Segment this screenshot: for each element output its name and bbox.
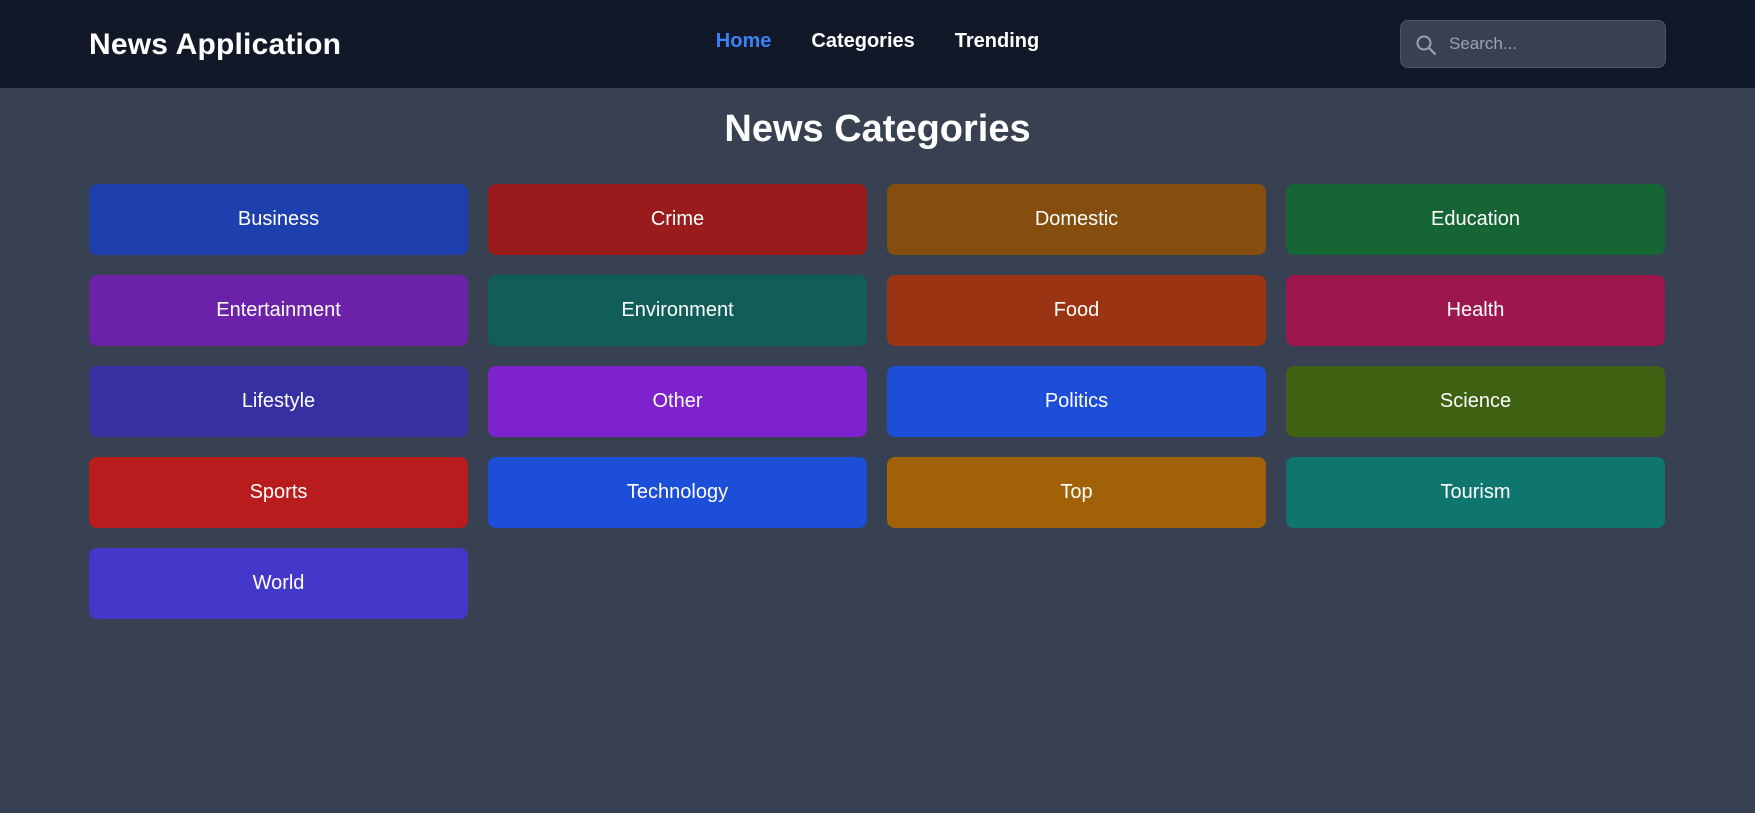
nav-trending-link[interactable]: Trending [955, 30, 1039, 53]
nav-categories-link[interactable]: Categories [811, 30, 914, 53]
search-input[interactable] [1449, 21, 1659, 67]
category-card-business[interactable]: Business [89, 184, 468, 255]
category-card-health[interactable]: Health [1286, 275, 1665, 346]
nav-home-link[interactable]: Home [716, 30, 772, 53]
category-card-top[interactable]: Top [887, 457, 1266, 528]
category-card-crime[interactable]: Crime [488, 184, 867, 255]
category-card-other[interactable]: Other [488, 366, 867, 437]
category-card-environment[interactable]: Environment [488, 275, 867, 346]
category-card-entertainment[interactable]: Entertainment [89, 275, 468, 346]
navbar: News Application Home Categories Trendin… [0, 0, 1755, 88]
category-card-world[interactable]: World [89, 548, 468, 619]
category-card-lifestyle[interactable]: Lifestyle [89, 366, 468, 437]
category-card-technology[interactable]: Technology [488, 457, 867, 528]
category-card-food[interactable]: Food [887, 275, 1266, 346]
category-card-education[interactable]: Education [1286, 184, 1665, 255]
category-card-domestic[interactable]: Domestic [887, 184, 1266, 255]
page-title: News Categories [724, 108, 1031, 150]
category-card-tourism[interactable]: Tourism [1286, 457, 1665, 528]
category-card-politics[interactable]: Politics [887, 366, 1266, 437]
category-card-sports[interactable]: Sports [89, 457, 468, 528]
category-grid: Business Crime Domestic Education Entert… [89, 184, 1666, 619]
search-box[interactable] [1400, 20, 1666, 68]
category-card-science[interactable]: Science [1286, 366, 1665, 437]
search-icon [1416, 35, 1437, 56]
